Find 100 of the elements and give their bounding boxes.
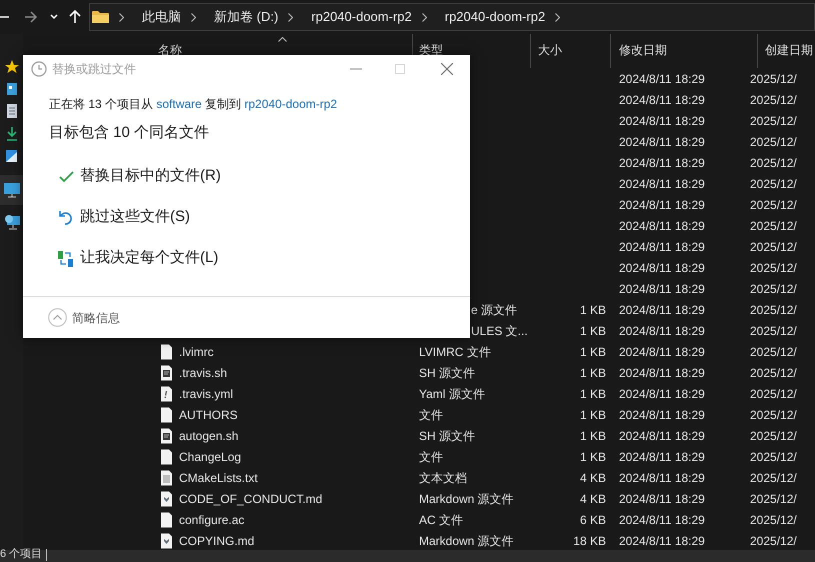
swap-files-icon [58,250,74,266]
breadcrumb-item[interactable]: rp2040-doom-rp2 [436,7,546,27]
created-date: 2025/12/ [750,366,797,380]
sort-caret-icon [278,37,287,42]
created-date: 2025/12/ [750,114,797,128]
file-size: 4 KB [580,470,606,484]
file-icon [160,364,173,380]
forward-icon[interactable] [24,11,38,23]
file-size: 1 KB [580,386,606,400]
file-icon [160,406,173,422]
up-arrow-icon[interactable] [69,10,81,24]
dialog-title: 替换或跳过文件 [52,61,136,78]
picture-icon[interactable] [6,150,17,162]
created-date: 2025/12/ [750,428,797,442]
file-icon [160,386,173,402]
file-name[interactable]: CMakeLists.txt [179,470,258,484]
modified-date: 2024/8/11 18:29 [619,176,705,190]
checkmark-icon [58,170,74,182]
created-date: 2025/12/ [750,92,797,106]
breadcrumb-item[interactable]: 新加卷 (D:) [206,7,278,27]
column-header[interactable]: 大小 [538,44,562,56]
created-date: 2025/12/ [750,260,797,274]
file-size: 1 KB [580,344,606,358]
star-icon[interactable] [4,60,18,74]
file-type: ULES 文... [471,324,528,338]
column-header[interactable]: 修改日期 [619,44,667,56]
file-type: Markdown 源文件 [419,492,514,506]
created-date: 2025/12/ [750,134,797,148]
download-icon[interactable] [6,127,16,141]
file-size: 4 KB [580,492,606,506]
modified-date: 2024/8/11 18:29 [619,386,705,400]
modified-date: 2024/8/11 18:29 [619,534,705,548]
chevron-up-circle-icon [48,308,67,327]
file-icon [160,428,173,444]
modified-date: 2024/8/11 18:29 [619,492,705,506]
document-icon[interactable] [6,104,16,118]
file-type: Yaml 源文件 [419,386,485,400]
created-date: 2025/12/ [750,344,797,358]
created-date: 2025/12/ [750,176,797,190]
breadcrumb-item[interactable]: 此电脑 [134,7,181,27]
file-name[interactable]: configure.ac [179,512,244,526]
file-size: 1 KB [580,428,606,442]
file-type: SH 源文件 [419,366,476,380]
breadcrumb-item[interactable]: rp2040-doom-rp2 [303,7,412,27]
created-date: 2025/12/ [750,386,797,400]
column-header[interactable]: 创建日期 [765,44,813,56]
created-date: 2025/12/ [750,72,797,86]
skip-option[interactable]: 跳过这些文件(S) [57,206,190,230]
file-name[interactable]: AUTHORS [179,408,238,422]
file-type: e 源文件 [471,302,518,316]
target-folder-link[interactable]: rp2040-doom-rp2 [244,97,338,111]
created-date: 2025/12/ [750,408,797,422]
file-size: 1 KB [580,450,606,464]
modified-date: 2024/8/11 18:29 [619,198,705,212]
decide-option[interactable]: 让我决定每个文件(L) [57,246,218,270]
file-size: 1 KB [580,408,606,422]
clock-icon [31,61,47,77]
file-icon [160,448,173,464]
file-name[interactable]: autogen.sh [179,428,238,442]
file-name[interactable]: CODE_OF_CONDUCT.md [179,492,322,506]
file-name[interactable]: .travis.sh [179,366,228,380]
replace-option[interactable]: 替换目标中的文件(R) [57,164,221,188]
address-bar[interactable]: 此电脑 新加卷 (D:) rp2040-doom-rp2 rp2040-doom-rp2 [89,3,815,31]
column-header[interactable]: 名称 [158,44,182,56]
minimize-icon[interactable] [350,68,362,70]
file-type: 文本文档 [419,470,467,484]
modified-date: 2024/8/11 18:29 [619,408,705,422]
created-date: 2025/12/ [750,302,797,316]
network-icon[interactable] [4,214,20,230]
modified-date: 2024/8/11 18:29 [619,240,705,254]
close-icon[interactable] [441,63,453,75]
modified-date: 2024/8/11 18:29 [619,282,705,296]
chevron-down-icon[interactable] [50,14,58,20]
file-type: AC 文件 [419,512,464,526]
created-date: 2025/12/ [750,324,797,338]
details-toggle[interactable]: 简略信息 [48,308,120,327]
modified-date: 2024/8/11 18:29 [619,156,705,170]
file-name[interactable]: ChangeLog [179,450,242,464]
this-pc-item[interactable] [0,175,23,205]
file-name[interactable]: .lvimrc [179,344,214,358]
modified-date: 2024/8/11 18:29 [619,470,705,484]
created-date: 2025/12/ [750,470,797,484]
created-date: 2025/12/ [750,156,797,170]
column-header[interactable]: 类型 [419,44,443,56]
created-date: 2025/12/ [750,450,797,464]
copy-status-text: 正在将 13 个项目从 software 复制到 rp2040-doom-rp2 [48,96,338,113]
modified-date: 2024/8/11 18:29 [619,114,705,128]
modified-date: 2024/8/11 18:29 [619,72,705,86]
file-name[interactable]: COPYING.md [179,534,254,548]
modified-date: 2024/8/11 18:29 [619,218,705,232]
file-type: Markdown 源文件 [419,534,514,548]
file-size: 1 KB [580,302,606,316]
modified-date: 2024/8/11 18:29 [619,92,705,106]
chevron-right-icon [555,12,560,22]
file-name[interactable]: .travis.yml [179,386,233,400]
modified-date: 2024/8/11 18:29 [619,134,705,148]
conflict-heading: 目标包含 10 个同名文件 [48,123,210,143]
file-size: 6 KB [580,512,606,526]
modified-date: 2024/8/11 18:29 [619,512,705,526]
source-folder-link[interactable]: software [156,97,202,111]
